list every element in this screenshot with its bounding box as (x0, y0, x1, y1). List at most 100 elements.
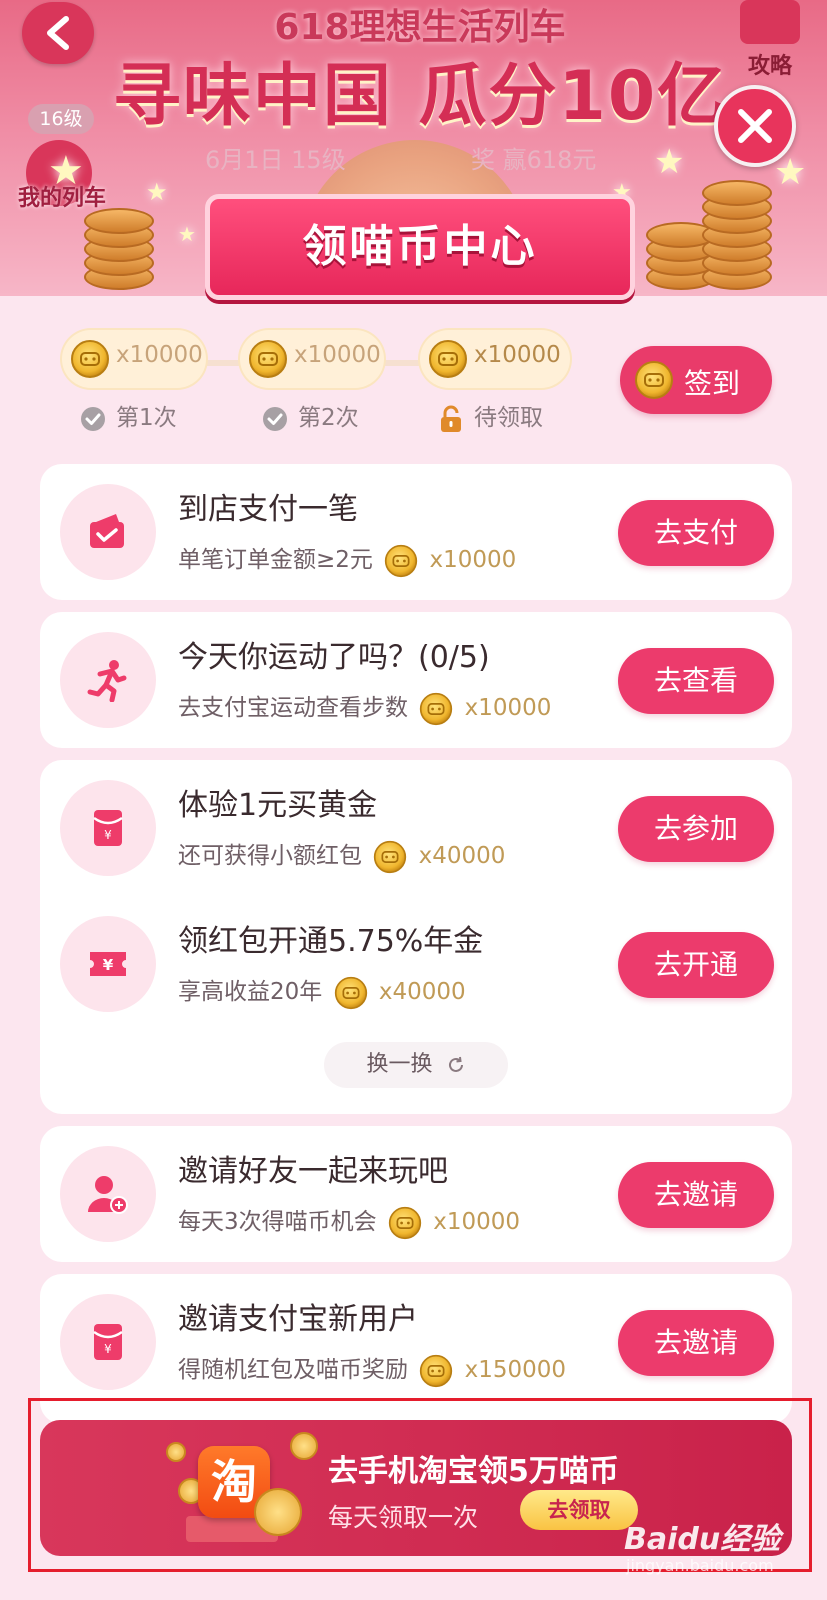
banner-date-tail: 奖 赢618元 (471, 146, 597, 174)
checkin-step-text: 第1次 (116, 405, 177, 431)
baidu-watermark: Baidu经验 jingyan.baidu.com (618, 1508, 788, 1588)
swap-label: 换一换 (366, 1052, 433, 1077)
task-desc: 单笔订单金额≥2元 x10000 (178, 540, 516, 578)
swap-button[interactable]: 换一换 (324, 1042, 508, 1088)
checkin-step-text: 待领取 (474, 405, 543, 431)
checkin-step-2-label: 第2次 (262, 398, 359, 432)
svg-text:¥: ¥ (104, 1342, 112, 1356)
checkin-amount: x10000 (474, 342, 561, 368)
red-envelope-icon: ¥ (93, 1324, 123, 1360)
task-card: 今天你运动了吗？(0/5) 去支付宝运动查看步数 x10000 去查看 (40, 612, 792, 748)
checkin-step-3: x10000 (420, 330, 570, 388)
sparkle-icon: ★ (654, 142, 685, 182)
task-desc: 享高收益20年 x40000 (178, 972, 466, 1010)
coin-icon (384, 544, 418, 578)
coin-center-title: 领喵币中心 (302, 221, 538, 272)
task-desc: 去支付宝运动查看步数 x10000 (178, 688, 551, 726)
step-connector (382, 360, 422, 366)
coin-icon (70, 339, 110, 379)
task-desc: 还可获得小额红包 x40000 (178, 836, 505, 874)
task-icon-bg: ¥ (60, 780, 156, 876)
coin-center-header: 领喵币中心 (205, 194, 635, 300)
task-title: 体验1元买黄金 (178, 788, 378, 823)
task-icon-bg (60, 632, 156, 728)
coin-icon (388, 1206, 422, 1240)
close-button[interactable] (714, 85, 796, 167)
back-button[interactable] (22, 2, 94, 64)
task-desc-text: 得随机红包及喵币奖励 (178, 1357, 408, 1383)
task-card: 邀请好友一起来玩吧 每天3次得喵币机会 x10000 去邀请 (40, 1126, 792, 1262)
banner-date: 6月1日 15级 奖 赢618元 (205, 140, 596, 175)
checkin-step-3-label: 待领取 (438, 398, 543, 433)
task-desc-text: 单笔订单金额≥2元 (178, 547, 373, 573)
invite-friends-button[interactable]: 去邀请 (618, 1162, 774, 1228)
task-row: ¥ 邀请支付宝新用户 得随机红包及喵币奖励 x150000 去邀请 (40, 1274, 792, 1410)
red-envelope-icon: ¥ (93, 810, 123, 846)
view-button[interactable]: 去查看 (618, 648, 774, 714)
task-reward: x40000 (418, 843, 506, 869)
wallet-icon (90, 514, 124, 548)
invite-new-user-button[interactable]: 去邀请 (618, 1310, 774, 1376)
task-row: 邀请好友一起来玩吧 每天3次得喵币机会 x10000 去邀请 (40, 1126, 792, 1262)
task-title: 到店支付一笔 (178, 492, 358, 527)
task-card: 到店支付一笔 单笔订单金额≥2元 x10000 去支付 (40, 464, 792, 600)
yuan-ticket-icon: ¥ (90, 952, 126, 976)
sign-in-button[interactable]: 签到 (620, 346, 772, 414)
task-reward: x10000 (429, 547, 517, 573)
guide-button[interactable]: 攻略 (740, 0, 800, 80)
pay-button[interactable]: 去支付 (618, 500, 774, 566)
checkin-step-1-label: 第1次 (80, 398, 177, 432)
coin-icon (634, 360, 674, 400)
guide-icon (740, 0, 800, 44)
check-circle-icon (263, 406, 287, 431)
back-arrow-icon (47, 16, 69, 50)
task-icon-bg (60, 1146, 156, 1242)
task-row: ¥ 体验1元买黄金 还可获得小额红包 x40000 去参加 (40, 760, 792, 896)
sign-in-label: 签到 (684, 367, 741, 400)
close-icon (738, 109, 772, 143)
coin-icon (428, 339, 468, 379)
task-reward: x150000 (464, 1357, 567, 1383)
check-circle-icon (81, 406, 105, 431)
task-reward: x10000 (464, 695, 552, 721)
task-title: 领红包开通5.75%年金 (178, 924, 484, 959)
task-row: ¥ 领红包开通5.75%年金 享高收益20年 x40000 去开通 (40, 896, 792, 1032)
coin-icon (419, 692, 453, 726)
banner-date-text: 6月1日 15级 (205, 146, 346, 174)
task-title: 邀请好友一起来玩吧 (178, 1154, 448, 1189)
coin-icon (419, 1354, 453, 1388)
running-icon (87, 660, 127, 702)
coin-icon (373, 840, 407, 874)
svg-text:¥: ¥ (104, 828, 112, 842)
coin-stack-icon (646, 180, 776, 290)
activate-button[interactable]: 去开通 (618, 932, 774, 998)
sparkle-icon: ★ (48, 148, 84, 194)
checkin-amount: x10000 (116, 342, 203, 368)
task-icon-bg: ¥ (60, 1294, 156, 1390)
task-icon-bg (60, 484, 156, 580)
checkin-step-1: x10000 (62, 330, 206, 388)
task-desc-text: 享高收益20年 (178, 979, 323, 1005)
task-row: 今天你运动了吗？(0/5) 去支付宝运动查看步数 x10000 去查看 (40, 612, 792, 748)
task-title: 邀请支付宝新用户 (178, 1302, 418, 1337)
coin-stack-icon (80, 200, 160, 290)
checkin-step-2: x10000 (240, 330, 384, 388)
svg-text:¥: ¥ (103, 956, 114, 974)
guide-label: 攻略 (747, 54, 792, 79)
task-title: 今天你运动了吗？(0/5) (178, 640, 490, 675)
task-icon-bg: ¥ (60, 916, 156, 1012)
task-desc: 每天3次得喵币机会 x10000 (178, 1202, 520, 1240)
refresh-icon (448, 1056, 463, 1072)
task-reward: x40000 (378, 979, 466, 1005)
task-desc-text: 还可获得小额红包 (178, 843, 362, 869)
add-friend-icon (88, 1176, 128, 1214)
watermark-sub: jingyan.baidu.com (626, 1556, 774, 1575)
task-desc: 得随机红包及喵币奖励 x150000 (178, 1350, 566, 1388)
task-reward: x10000 (433, 1209, 521, 1235)
watermark-main: Baidu经验 (624, 1522, 781, 1557)
join-button[interactable]: 去参加 (618, 796, 774, 862)
task-row: 到店支付一笔 单笔订单金额≥2元 x10000 去支付 (40, 464, 792, 600)
task-desc-text: 每天3次得喵币机会 (178, 1209, 377, 1235)
checkin-step-text: 第2次 (298, 405, 359, 431)
task-desc-text: 去支付宝运动查看步数 (178, 695, 408, 721)
